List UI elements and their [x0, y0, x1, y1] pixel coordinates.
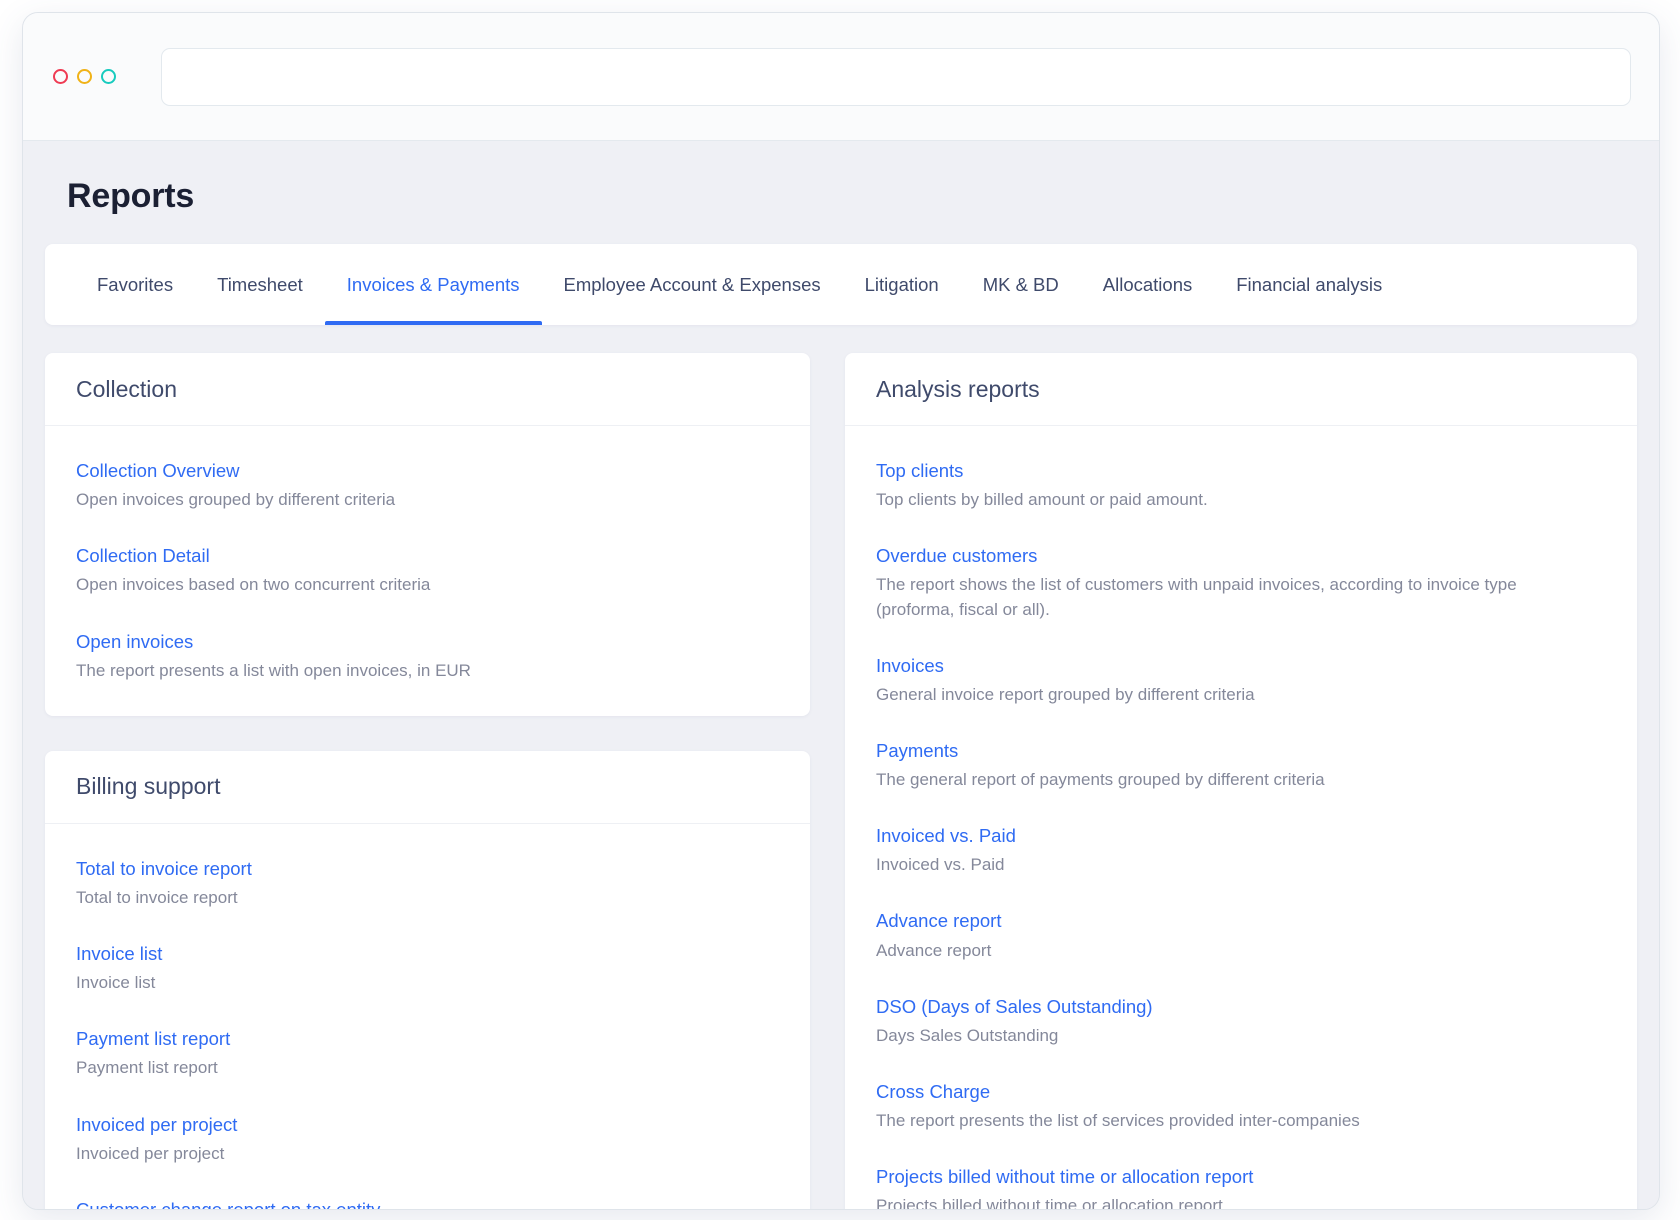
tab-allocations[interactable]: Allocations	[1081, 244, 1214, 325]
report-link-collection-detail[interactable]: Collection Detail	[76, 544, 210, 567]
tab-financial-analysis[interactable]: Financial analysis	[1214, 244, 1404, 325]
tab-invoices-and-payments[interactable]: Invoices & Payments	[324, 244, 542, 325]
report-description: Open invoices based on two concurrent cr…	[76, 575, 431, 595]
card-title: Analysis reports	[876, 375, 1040, 402]
window-controls	[53, 69, 116, 84]
card-header: Analysis reports	[845, 353, 1637, 426]
reports-columns: Collection Collection Overview Open invo…	[45, 353, 1637, 1209]
tab-label: Litigation	[864, 273, 939, 295]
report-link-advance-report[interactable]: Advance report	[876, 909, 1001, 932]
left-column: Collection Collection Overview Open invo…	[45, 353, 810, 1209]
report-link-open-invoices[interactable]: Open invoices	[76, 630, 193, 653]
report-description: Advance report	[876, 940, 992, 960]
report-link-projects-billed-without-time-or-allocation-report[interactable]: Projects billed without time or allocati…	[876, 1165, 1253, 1188]
report-link-payment-list-report[interactable]: Payment list report	[76, 1027, 230, 1050]
report-link-invoice-list[interactable]: Invoice list	[76, 942, 162, 965]
report-link-overdue-customers[interactable]: Overdue customers	[876, 544, 1037, 567]
card-title: Billing support	[76, 773, 221, 800]
card-collection: Collection Collection Overview Open invo…	[45, 353, 810, 716]
tab-label: Employee Account & Expenses	[563, 273, 821, 295]
card-billing-support: Billing support Total to invoice report …	[45, 750, 810, 1209]
tab-timesheet[interactable]: Timesheet	[195, 244, 325, 325]
tab-litigation[interactable]: Litigation	[843, 244, 961, 325]
report-link-invoiced-vs-paid[interactable]: Invoiced vs. Paid	[876, 824, 1016, 847]
report-link-top-clients[interactable]: Top clients	[876, 459, 963, 482]
report-description: Open invoices grouped by different crite…	[76, 490, 396, 510]
report-description: Invoiced vs. Paid	[876, 855, 1005, 875]
tab-label: Favorites	[97, 273, 174, 295]
report-link-collection-overview[interactable]: Collection Overview	[76, 459, 239, 482]
report-link-invoices[interactable]: Invoices	[876, 654, 944, 677]
card-header: Billing support	[45, 751, 810, 824]
close-window-icon[interactable]	[53, 69, 68, 84]
report-description: General invoice report grouped by differ…	[876, 684, 1255, 704]
maximize-window-icon[interactable]	[101, 69, 116, 84]
minimize-window-icon[interactable]	[77, 69, 92, 84]
report-description: The report shows the list of customers w…	[876, 575, 1517, 619]
address-bar-input[interactable]	[161, 47, 1631, 106]
report-item: Overdue customers The report shows the l…	[876, 544, 1606, 621]
card-title: Collection	[76, 375, 177, 402]
report-link-total-to-invoice-report[interactable]: Total to invoice report	[76, 857, 252, 880]
report-description: Payment list report	[76, 1058, 218, 1078]
report-description: The report presents a list with open inv…	[76, 660, 471, 680]
report-item: Open invoices The report presents a list…	[76, 630, 779, 683]
card-header: Collection	[45, 353, 810, 426]
report-description: Invoiced per project	[76, 1143, 225, 1163]
report-item: Advance report Advance report	[876, 909, 1606, 962]
browser-chrome	[23, 13, 1659, 141]
report-item: Total to invoice report Total to invoice…	[76, 857, 779, 910]
report-item: Invoiced per project Invoiced per projec…	[76, 1113, 779, 1166]
report-item: Invoices General invoice report grouped …	[876, 654, 1606, 707]
tab-label: Allocations	[1102, 273, 1193, 295]
card-body: Collection Overview Open invoices groupe…	[45, 426, 810, 716]
report-link-cross-charge[interactable]: Cross Charge	[876, 1080, 990, 1103]
tab-mk-and-bd[interactable]: MK & BD	[961, 244, 1081, 325]
tab-label: Timesheet	[217, 273, 303, 295]
report-item: Invoiced vs. Paid Invoiced vs. Paid	[876, 824, 1606, 877]
report-item: Collection Overview Open invoices groupe…	[76, 459, 779, 512]
tab-favorites[interactable]: Favorites	[75, 244, 195, 325]
report-description: Invoice list	[76, 973, 156, 993]
report-item: DSO (Days of Sales Outstanding) Days Sal…	[876, 995, 1606, 1048]
report-category-tabs: Favorites Timesheet Invoices & Payments …	[45, 244, 1637, 325]
report-description: Days Sales Outstanding	[876, 1025, 1059, 1045]
card-body: Total to invoice report Total to invoice…	[45, 824, 810, 1209]
report-link-payments[interactable]: Payments	[876, 739, 958, 762]
page-content: Reports Favorites Timesheet Invoices & P…	[23, 141, 1659, 1209]
report-item: Collection Detail Open invoices based on…	[76, 544, 779, 597]
card-analysis-reports: Analysis reports Top clients Top clients…	[845, 353, 1637, 1209]
tab-label: Invoices & Payments	[346, 273, 520, 295]
report-item: Customer change report on tax entity	[76, 1198, 779, 1209]
report-description: Projects billed without time or allocati…	[876, 1196, 1223, 1209]
card-body: Top clients Top clients by billed amount…	[845, 426, 1637, 1209]
report-description: Top clients by billed amount or paid amo…	[876, 490, 1208, 510]
page-title: Reports	[67, 177, 195, 215]
report-description: The report presents the list of services…	[876, 1111, 1360, 1130]
tab-label: Financial analysis	[1236, 273, 1383, 295]
report-item: Top clients Top clients by billed amount…	[876, 459, 1606, 512]
report-item: Payment list report Payment list report	[76, 1027, 779, 1080]
report-item: Payments The general report of payments …	[876, 739, 1606, 792]
right-column: Analysis reports Top clients Top clients…	[845, 353, 1637, 1209]
report-item: Projects billed without time or allocati…	[876, 1165, 1606, 1209]
tab-label: MK & BD	[982, 273, 1059, 295]
report-link-dso-days-of-sales-outstanding[interactable]: DSO (Days of Sales Outstanding)	[876, 995, 1153, 1018]
report-description: Total to invoice report	[76, 887, 238, 907]
report-description: The general report of payments grouped b…	[876, 770, 1325, 789]
report-link-customer-change-report-on-tax-entity[interactable]: Customer change report on tax entity	[76, 1198, 380, 1209]
report-item: Invoice list Invoice list	[76, 942, 779, 995]
report-item: Cross Charge The report presents the lis…	[876, 1080, 1606, 1133]
tab-employee-account-and-expenses[interactable]: Employee Account & Expenses	[542, 244, 843, 325]
browser-window: Reports Favorites Timesheet Invoices & P…	[22, 12, 1660, 1210]
report-link-invoiced-per-project[interactable]: Invoiced per project	[76, 1113, 237, 1136]
